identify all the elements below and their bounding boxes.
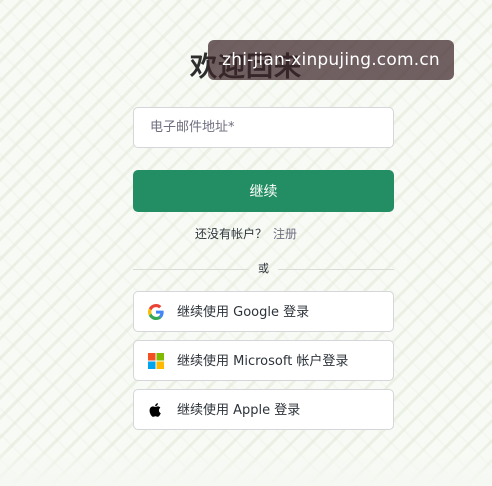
watermark-overlay: zhi-jian-xinpujing.com.cn xyxy=(208,40,454,80)
email-field[interactable] xyxy=(133,107,394,148)
microsoft-login-button[interactable]: 继续使用 Microsoft 帐户登录 xyxy=(133,340,394,381)
google-icon xyxy=(148,304,164,320)
apple-icon xyxy=(148,402,164,418)
apple-login-label: 继续使用 Apple 登录 xyxy=(177,403,301,418)
signup-link[interactable]: 注册 xyxy=(273,227,297,241)
microsoft-icon xyxy=(148,353,164,369)
google-login-label: 继续使用 Google 登录 xyxy=(177,305,310,320)
apple-login-button[interactable]: 继续使用 Apple 登录 xyxy=(133,389,394,430)
or-divider: 或 xyxy=(133,261,394,277)
microsoft-login-label: 继续使用 Microsoft 帐户登录 xyxy=(177,354,349,369)
continue-button[interactable]: 继续 xyxy=(133,170,394,212)
google-login-button[interactable]: 继续使用 Google 登录 xyxy=(133,291,394,332)
signup-prompt: 还没有帐户？ 注册 xyxy=(0,226,492,242)
signup-question: 还没有帐户？ xyxy=(194,227,267,241)
divider-line-right xyxy=(278,269,394,270)
background-fade xyxy=(0,446,492,486)
